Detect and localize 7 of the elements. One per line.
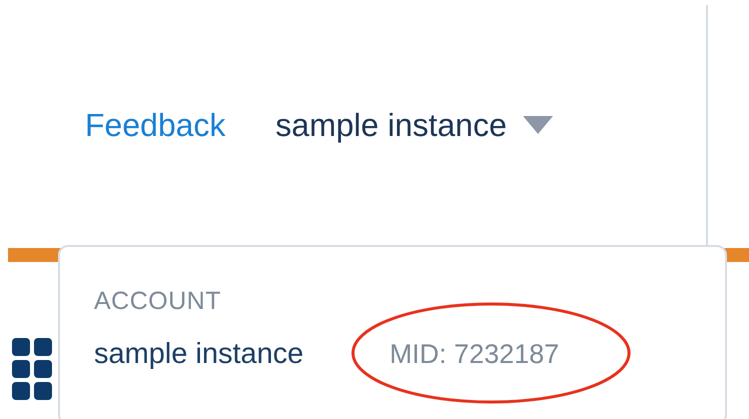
account-name[interactable]: sample instance [94, 338, 304, 371]
merchant-id: MID: 7232187 [390, 339, 560, 370]
caret-icon [522, 116, 553, 134]
account-heading: ACCOUNT [94, 287, 222, 316]
feedback-link[interactable]: Feedback [85, 106, 226, 144]
app-grid-icon[interactable] [12, 338, 52, 400]
instance-dropdown[interactable]: sample instance [276, 106, 553, 144]
